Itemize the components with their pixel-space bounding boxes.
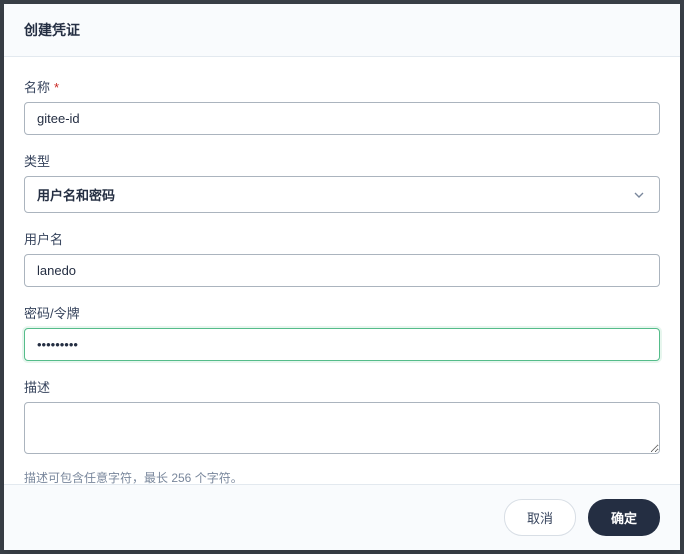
form-group-password: 密码/令牌 <box>24 303 660 361</box>
modal-footer: 取消 确定 <box>4 484 680 550</box>
name-label-text: 名称 <box>24 80 50 95</box>
modal-body: 名称 * 类型 用户名和密码 用户名 密码/令牌 描述 描述可包含任意字符，最长 … <box>4 57 680 484</box>
username-label: 用户名 <box>24 229 660 248</box>
description-help: 描述可包含任意字符，最长 256 个字符。 <box>24 469 660 484</box>
type-select[interactable]: 用户名和密码 <box>24 176 660 213</box>
cancel-button[interactable]: 取消 <box>504 499 576 536</box>
username-input[interactable] <box>24 254 660 287</box>
description-textarea[interactable] <box>24 402 660 454</box>
modal-title: 创建凭证 <box>24 20 660 40</box>
form-group-username: 用户名 <box>24 229 660 287</box>
form-group-name: 名称 * <box>24 77 660 135</box>
password-label: 密码/令牌 <box>24 303 660 322</box>
form-group-description: 描述 描述可包含任意字符，最长 256 个字符。 <box>24 377 660 484</box>
password-input[interactable] <box>24 328 660 361</box>
confirm-button[interactable]: 确定 <box>588 499 660 536</box>
name-input[interactable] <box>24 102 660 135</box>
type-select-value: 用户名和密码 <box>37 185 115 204</box>
description-label: 描述 <box>24 377 660 396</box>
type-label: 类型 <box>24 151 660 170</box>
form-group-type: 类型 用户名和密码 <box>24 151 660 213</box>
create-credential-modal: 创建凭证 名称 * 类型 用户名和密码 用户名 密码/令牌 描述 <box>4 4 680 550</box>
chevron-down-icon <box>631 187 647 203</box>
name-label: 名称 * <box>24 77 660 96</box>
required-mark: * <box>54 80 59 95</box>
modal-header: 创建凭证 <box>4 4 680 57</box>
